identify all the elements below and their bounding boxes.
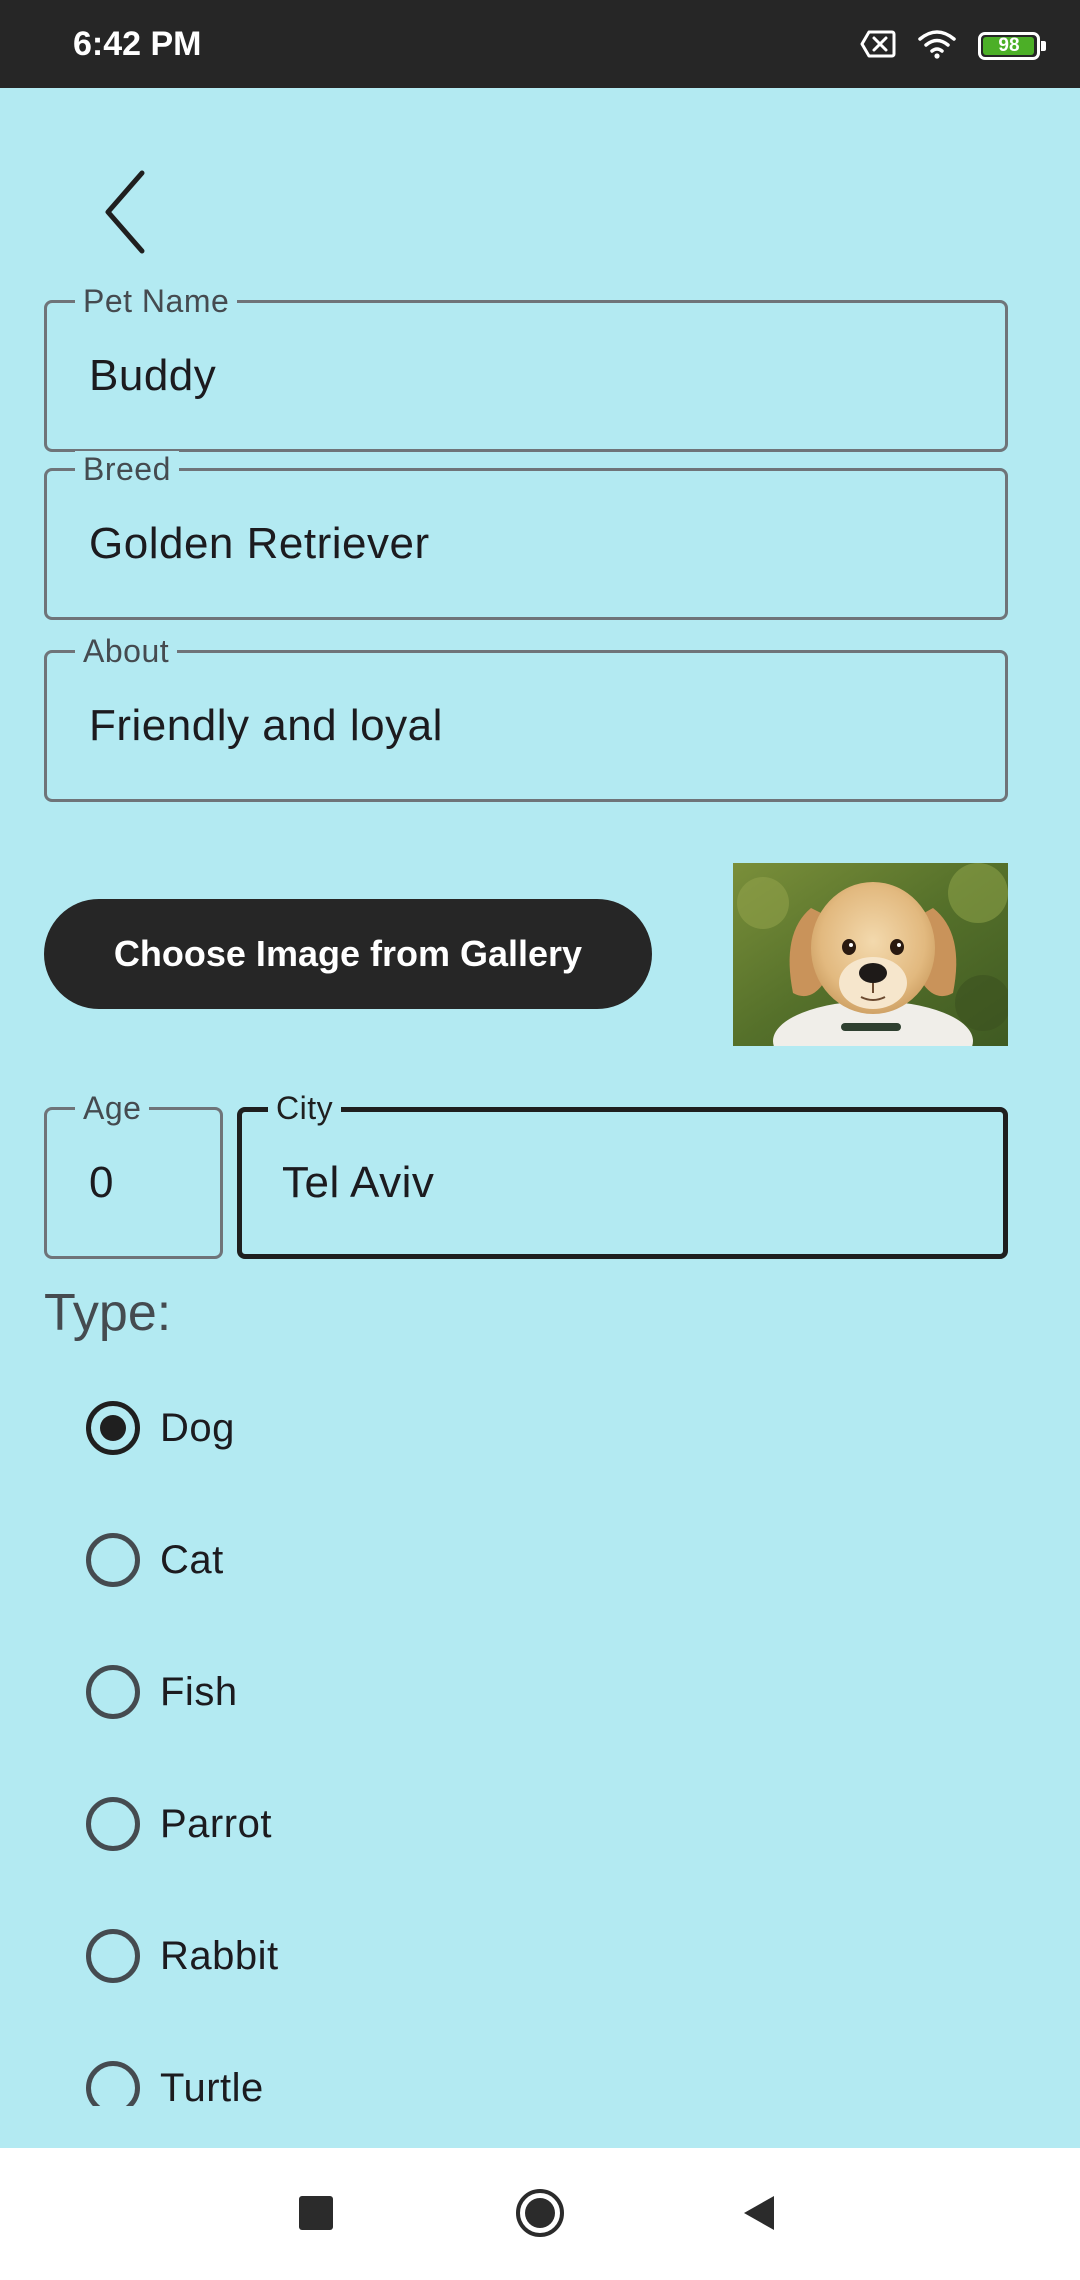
status-time: 6:42 PM xyxy=(73,25,202,63)
radio-fish[interactable]: Fish xyxy=(86,1652,238,1732)
pet-photo xyxy=(733,863,1008,1046)
age-field[interactable]: Age 0 xyxy=(44,1090,223,1259)
wifi-icon xyxy=(918,29,956,64)
breed-label: Breed xyxy=(75,451,179,487)
radio-button[interactable] xyxy=(86,2061,140,2106)
radio-cat[interactable]: Cat xyxy=(86,1520,224,1600)
city-value[interactable]: Tel Aviv xyxy=(282,1157,434,1209)
radio-button[interactable] xyxy=(86,1665,140,1719)
recents-square-icon xyxy=(299,2196,333,2230)
status-icons: 98 xyxy=(860,26,1046,66)
radio-button[interactable] xyxy=(86,1533,140,1587)
radio-label: Rabbit xyxy=(160,1934,279,1978)
back-triangle-icon xyxy=(744,2196,774,2230)
radio-button[interactable] xyxy=(86,1401,140,1455)
type-heading: Type: xyxy=(44,1284,172,1342)
radio-label: Dog xyxy=(160,1406,235,1450)
recents-button[interactable] xyxy=(276,2178,356,2248)
city-label: City xyxy=(268,1090,342,1126)
battery-icon: 98 xyxy=(978,32,1046,60)
pet-name-value[interactable]: Buddy xyxy=(89,350,216,402)
radio-label: Fish xyxy=(160,1670,238,1714)
radio-label: Parrot xyxy=(160,1802,272,1846)
radio-button[interactable] xyxy=(86,1929,140,1983)
battery-tip xyxy=(1041,41,1046,51)
pet-name-label: Pet Name xyxy=(75,283,238,319)
breed-field[interactable]: Breed Golden Retriever xyxy=(44,451,1008,620)
about-field[interactable]: About Friendly and loyal xyxy=(44,633,1008,802)
about-label: About xyxy=(75,633,178,669)
choose-image-button[interactable]: Choose Image from Gallery xyxy=(44,899,652,1009)
pet-name-field[interactable]: Pet Name Buddy xyxy=(44,283,1008,452)
radio-dog[interactable]: Dog xyxy=(86,1388,235,1468)
radio-parrot[interactable]: Parrot xyxy=(86,1784,272,1864)
navigation-bar xyxy=(0,2148,1080,2280)
city-field[interactable]: City Tel Aviv xyxy=(237,1090,1008,1259)
radio-label: Turtle xyxy=(160,2066,264,2106)
battery-level: 98 xyxy=(998,35,1020,56)
radio-selected-dot xyxy=(100,1415,126,1441)
age-value[interactable]: 0 xyxy=(89,1157,114,1209)
back-nav-button[interactable] xyxy=(720,2178,800,2248)
chevron-left-icon xyxy=(105,170,145,254)
breed-value[interactable]: Golden Retriever xyxy=(89,518,430,570)
home-circle-icon xyxy=(516,2189,564,2237)
status-bar: 6:42 PM 98 xyxy=(0,0,1080,88)
radio-turtle[interactable]: Turtle xyxy=(86,2048,264,2106)
radio-label: Cat xyxy=(160,1538,224,1582)
radio-button[interactable] xyxy=(86,1797,140,1851)
type-section: Type: Dog Cat Fish Parrot Rabbit Turtle xyxy=(0,1260,1080,2106)
home-button[interactable] xyxy=(500,2178,580,2248)
radio-rabbit[interactable]: Rabbit xyxy=(86,1916,279,1996)
back-button[interactable] xyxy=(86,160,166,264)
about-value[interactable]: Friendly and loyal xyxy=(89,700,443,752)
notification-x-icon xyxy=(860,30,896,63)
age-label: Age xyxy=(75,1090,150,1126)
